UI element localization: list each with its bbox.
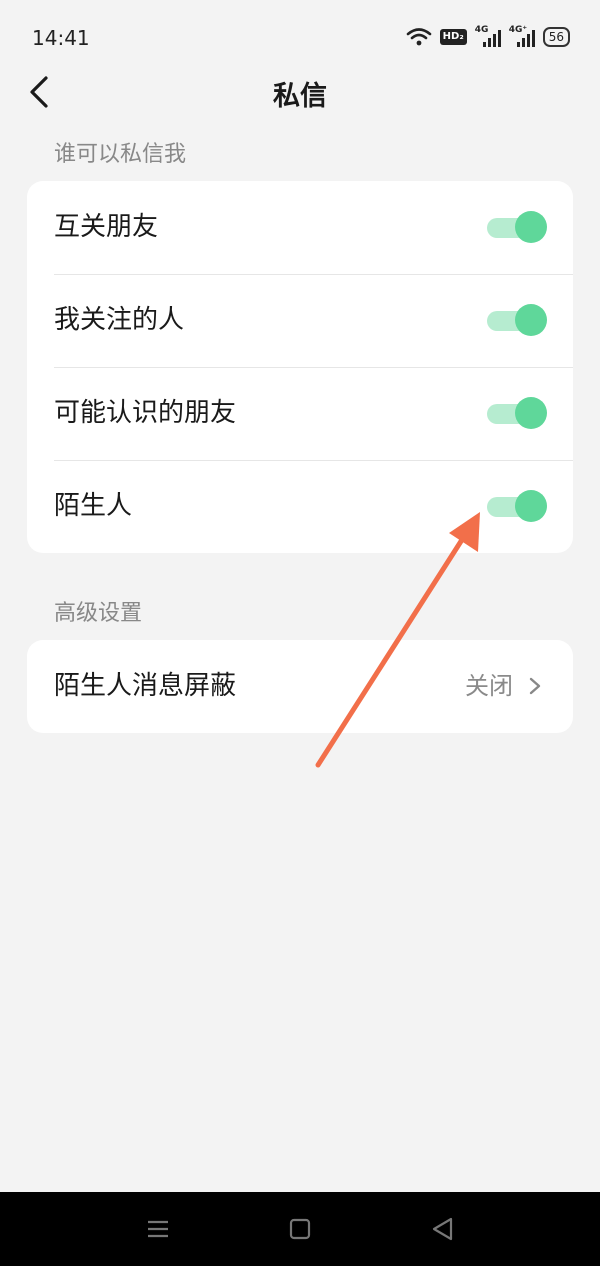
nav-bar: 私信 — [0, 60, 600, 124]
signal-strength-icon-1: 4G — [475, 25, 501, 47]
setting-label: 可能认识的朋友 — [54, 398, 237, 428]
home-icon[interactable] — [285, 1214, 315, 1244]
wifi-icon — [406, 28, 431, 46]
setting-row-mutual-friends[interactable]: 互关朋友 — [27, 181, 573, 274]
setting-label: 我关注的人 — [54, 305, 185, 335]
toggle-switch-following[interactable] — [487, 304, 547, 336]
chevron-right-icon — [529, 677, 541, 695]
page-title: 私信 — [273, 81, 327, 112]
battery-icon: 56 — [542, 27, 570, 47]
setting-row-stranger-message-block[interactable]: 陌生人消息屏蔽 关闭 — [27, 640, 573, 733]
status-time: 14:41 — [32, 26, 90, 50]
setting-value: 关闭 — [465, 672, 513, 700]
section-title-who-can-message: 谁可以私信我 — [54, 142, 187, 167]
hd-voice-badge: HD₂ — [439, 29, 467, 45]
setting-label: 陌生人 — [54, 491, 133, 521]
system-nav-bar — [0, 1192, 600, 1266]
system-icons: HD₂ 4G 4G⁺ 56 — [406, 24, 570, 50]
advanced-settings-card: 陌生人消息屏蔽 关闭 — [27, 640, 573, 733]
setting-label: 陌生人消息屏蔽 — [54, 671, 237, 701]
toggle-switch-mutual-friends[interactable] — [487, 211, 547, 243]
back-triangle-icon[interactable] — [428, 1214, 458, 1244]
signal-strength-icon-2: 4G⁺ — [509, 25, 535, 47]
section-title-advanced: 高级设置 — [54, 601, 143, 626]
setting-row-following[interactable]: 我关注的人 — [27, 274, 573, 367]
setting-label: 互关朋友 — [54, 212, 159, 242]
setting-row-strangers[interactable]: 陌生人 — [27, 460, 573, 553]
toggle-switch-strangers[interactable] — [487, 490, 547, 522]
menu-icon[interactable] — [143, 1214, 173, 1244]
who-can-message-card: 互关朋友 我关注的人 可能认识的朋友 陌生人 — [27, 181, 573, 553]
setting-row-may-know[interactable]: 可能认识的朋友 — [27, 367, 573, 460]
toggle-switch-may-know[interactable] — [487, 397, 547, 429]
